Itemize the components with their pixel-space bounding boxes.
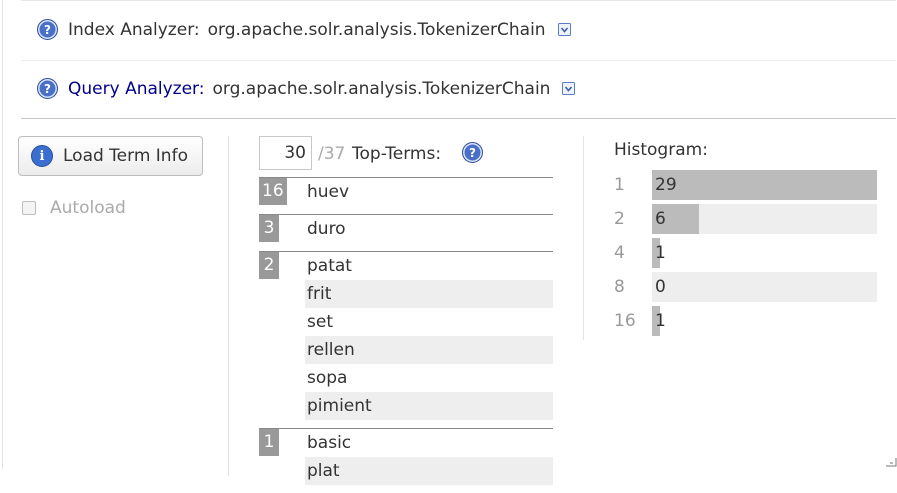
top-terms-count-input[interactable]: 30 xyxy=(259,136,312,170)
term-frequency-badge: 16 xyxy=(259,178,287,205)
term-item[interactable]: sopa xyxy=(305,364,553,392)
term-item[interactable]: basic xyxy=(305,429,553,457)
analyzer-divider xyxy=(21,60,896,61)
help-icon[interactable]: ? xyxy=(37,19,58,40)
term-item[interactable]: plat xyxy=(305,457,553,485)
column-divider xyxy=(583,136,584,340)
info-icon: i xyxy=(31,145,53,167)
query-analyzer-value: org.apache.solr.analysis.TokenizerChain xyxy=(212,78,551,99)
term-item[interactable]: rellen xyxy=(305,336,553,364)
term-group: 3 duro xyxy=(259,214,553,243)
top-divider xyxy=(21,0,896,1)
term-frequency-badge: 1 xyxy=(259,429,279,456)
term-item[interactable]: huev xyxy=(305,178,553,206)
top-terms-label: Top-Terms: xyxy=(352,144,442,164)
term-item[interactable]: frit xyxy=(305,280,553,308)
histogram-track: 6 xyxy=(652,204,877,234)
term-frequency-badge: 3 xyxy=(259,215,279,242)
histogram-value: 29 xyxy=(655,175,677,195)
histogram-title: Histogram: xyxy=(614,140,708,160)
autoload-label: Autoload xyxy=(50,198,126,218)
term-group: 2 patat frit set rellen sopa pimient xyxy=(259,251,553,420)
term-item[interactable]: pimient xyxy=(305,392,553,420)
term-item[interactable]: set xyxy=(305,308,553,336)
histogram-track: 0 xyxy=(652,272,877,302)
total-terms-count: /37 xyxy=(318,144,346,164)
histogram-bar xyxy=(652,170,877,200)
term-item[interactable]: patat xyxy=(305,252,553,280)
query-analyzer-row: ? Query Analyzer: org.apache.solr.analys… xyxy=(37,78,576,99)
histogram-row: 1 29 xyxy=(614,170,877,200)
histogram: Histogram: 1 29 2 6 4 1 8 0 16 1 xyxy=(614,138,877,340)
autoload-checkbox[interactable] xyxy=(22,201,36,215)
column-divider xyxy=(228,136,229,476)
help-icon[interactable]: ? xyxy=(37,78,58,99)
histogram-row: 80 xyxy=(614,272,877,302)
histogram-row: 41 xyxy=(614,238,877,268)
index-analyzer-label: Index Analyzer: xyxy=(68,19,200,40)
histogram-row: 26 xyxy=(614,204,877,234)
histogram-track: 29 xyxy=(652,170,877,200)
histogram-value: 1 xyxy=(655,243,666,263)
load-term-info-button[interactable]: i Load Term Info xyxy=(18,136,203,176)
histogram-key: 4 xyxy=(614,243,625,263)
term-group: 16 huev xyxy=(259,177,553,206)
index-analyzer-row: ? Index Analyzer: org.apache.solr.analys… xyxy=(37,19,571,40)
histogram-key: 16 xyxy=(614,311,636,331)
index-analyzer-value: org.apache.solr.analysis.TokenizerChain xyxy=(207,19,546,40)
histogram-key: 2 xyxy=(614,209,625,229)
query-analyzer-label[interactable]: Query Analyzer: xyxy=(68,79,204,99)
histogram-value: 6 xyxy=(655,209,666,229)
resize-corner-icon[interactable] xyxy=(885,457,897,467)
histogram-row: 16 1 xyxy=(614,306,877,336)
section-divider xyxy=(21,118,896,119)
histogram-track: 1 xyxy=(652,306,877,336)
load-term-info-label: Load Term Info xyxy=(63,146,188,166)
histogram-track: 1 xyxy=(652,238,877,268)
top-terms-list: 16 huev 3 duro 2 patat frit set rellen sopa pimien… xyxy=(259,177,553,493)
histogram-key: 1 xyxy=(614,175,625,195)
histogram-value: 0 xyxy=(655,277,666,297)
histogram-key: 8 xyxy=(614,277,625,297)
term-group: 1 basic plat xyxy=(259,428,553,485)
term-frequency-badge: 2 xyxy=(259,252,279,279)
term-item[interactable]: duro xyxy=(305,215,553,243)
toggle-down-icon[interactable] xyxy=(557,23,571,36)
toggle-down-icon[interactable] xyxy=(562,82,576,95)
help-icon[interactable]: ? xyxy=(462,142,483,163)
autoload-option[interactable]: Autoload xyxy=(22,198,126,218)
histogram-value: 1 xyxy=(655,311,666,331)
